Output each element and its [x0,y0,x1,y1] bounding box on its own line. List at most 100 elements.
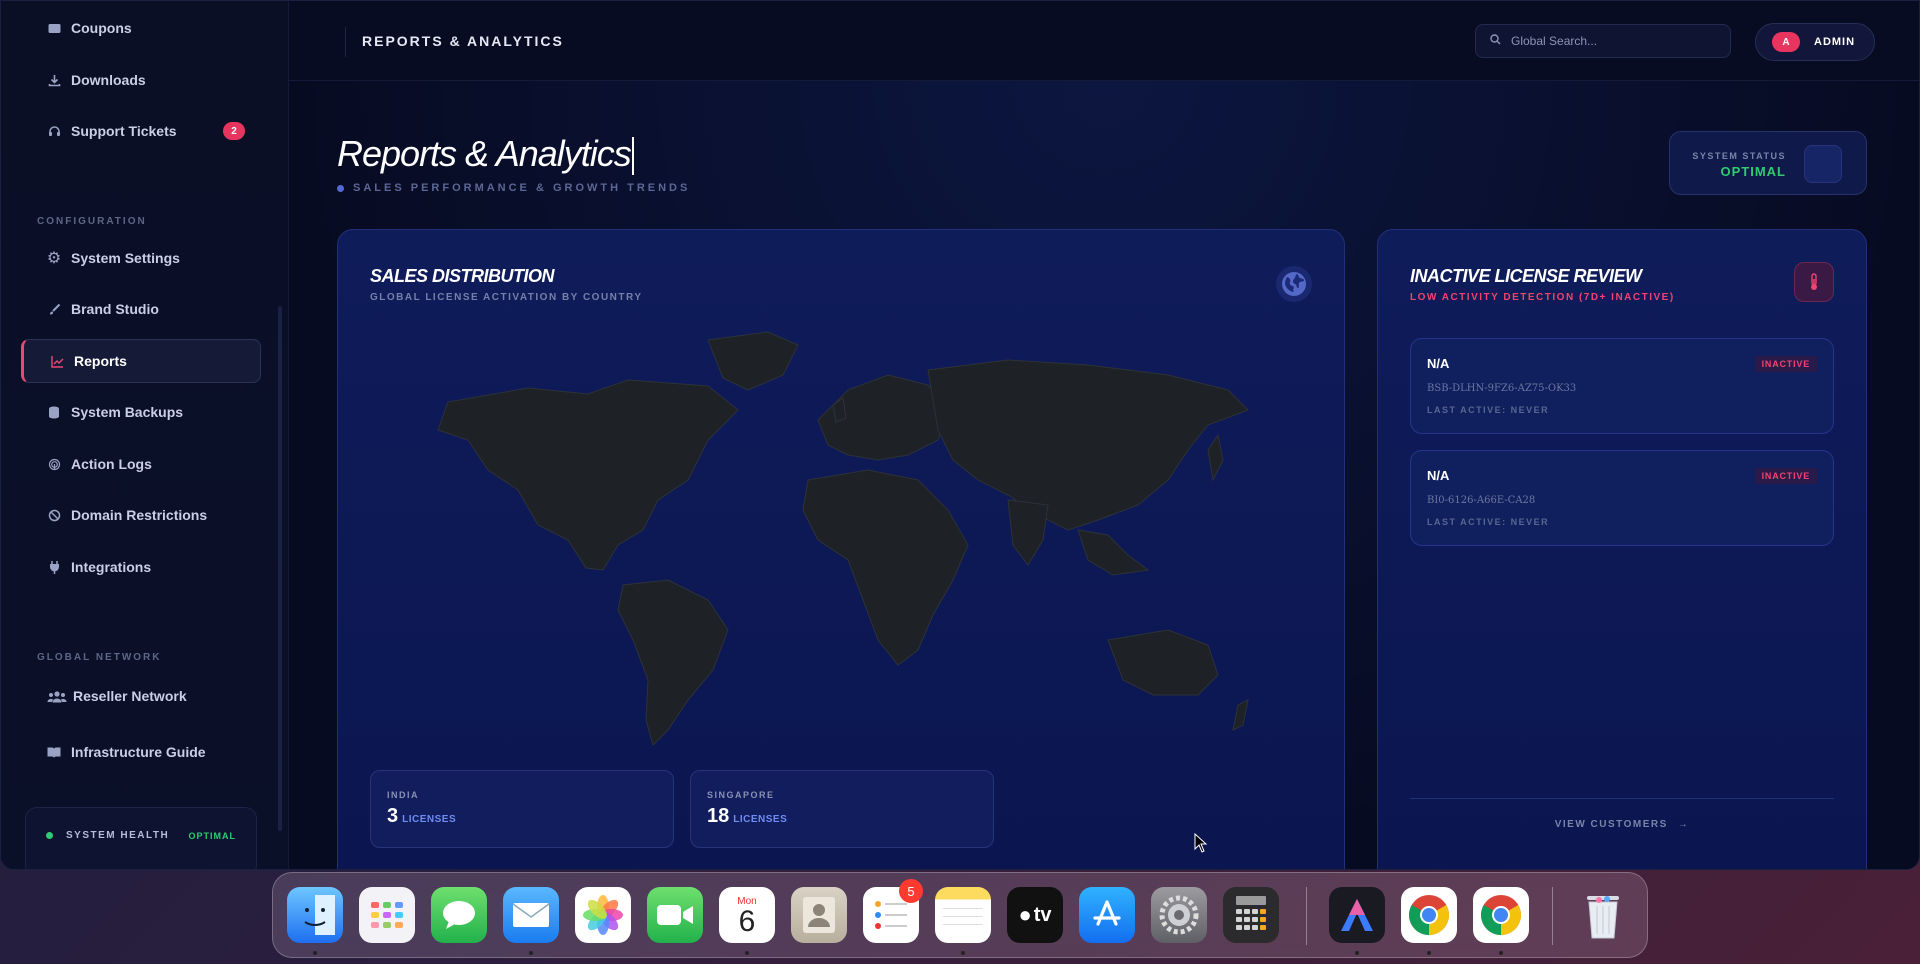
license-key: BSB-DLHN-9FZ6-AZ75-OK33 [1427,383,1577,394]
sidebar-scrollbar[interactable] [278,306,282,831]
header-title: REPORTS & ANALYTICS [362,33,564,49]
sidebar-item-label: Domain Restrictions [71,507,208,523]
global-search[interactable] [1475,24,1731,58]
inactive-license-item[interactable]: N/A INACTIVE BSB-DLHN-9FZ6-AZ75-OK33 LAS… [1410,338,1834,434]
license-count: 18 LICENSES [707,805,788,827]
main-content: Reports & Analytics SALES PERFORMANCE & … [289,81,1919,869]
affinity-icon[interactable] [1329,887,1385,943]
sidebar-item-label: System Settings [71,250,180,266]
license-key: BI0-6126-A66E-CA28 [1427,495,1536,506]
inactive-license-card: INACTIVE LICENSE REVIEW LOW ACTIVITY DET… [1377,229,1867,869]
sidebar-item-label: Brand Studio [71,301,159,317]
header-divider [345,27,346,57]
view-customers-link[interactable]: VIEW CUSTOMERS → [1410,798,1834,850]
app-store-icon[interactable] [1079,887,1135,943]
user-menu-button[interactable]: A ADMIN [1755,23,1875,61]
map-southeast-asia [1077,529,1150,576]
book-icon [47,745,61,759]
sidebar-item-downloads[interactable]: Downloads [21,58,261,102]
map-south-america [617,579,729,746]
chrome-icon[interactable] [1473,887,1529,943]
apple-tv-icon[interactable]: ● tv [1007,887,1063,943]
photos-icon[interactable] [575,887,631,943]
notes-icon[interactable] [935,887,991,943]
running-indicator [529,951,533,955]
ban-icon [47,508,61,522]
database-icon [47,405,61,419]
user-label: ADMIN [1814,36,1856,48]
health-status-dot [46,832,53,839]
last-active: LAST ACTIVE: NEVER [1427,405,1550,415]
world-map[interactable] [408,330,1268,750]
page-subtitle-text: SALES PERFORMANCE & GROWTH TRENDS [353,182,691,194]
calendar-icon[interactable]: Mon 6 [719,887,775,943]
sales-distribution-card: SALES DISTRIBUTION GLOBAL LICENSE ACTIVA… [337,229,1345,869]
sidebar-item-label: Action Logs [71,456,152,472]
finder-icon[interactable] [287,887,343,943]
tv-label: tv [1033,903,1052,926]
inactive-card-title: INACTIVE LICENSE REVIEW [1410,266,1642,286]
running-indicator [1355,951,1359,955]
system-status-value: OPTIMAL [1720,164,1786,179]
license-owner: N/A [1427,468,1450,483]
country-name: INDIA [387,790,419,800]
map-japan [1207,433,1224,482]
fingerprint-icon [47,457,61,471]
sidebar-item-label: System Backups [71,404,184,420]
messages-icon[interactable] [431,887,487,943]
sidebar-item-integrations[interactable]: Integrations [21,545,261,589]
sidebar-item-coupons[interactable]: Coupons [21,6,261,50]
sales-card-title: SALES DISTRIBUTION [370,266,555,286]
mail-icon[interactable] [503,887,559,943]
sidebar-item-system-settings[interactable]: ⚙ System Settings [21,236,261,280]
status-badge: INACTIVE [1754,356,1817,372]
calculator-icon[interactable] [1223,887,1279,943]
users-icon [47,689,67,703]
search-input[interactable] [1511,34,1711,48]
sidebar-item-system-backups[interactable]: System Backups [21,390,261,434]
running-indicator [1499,951,1503,955]
sidebar-item-action-logs[interactable]: Action Logs [21,442,261,486]
system-status-label: SYSTEM STATUS [1692,151,1786,161]
sidebar-item-brand-studio[interactable]: Brand Studio [21,287,261,331]
sidebar-item-reports[interactable]: Reports [21,339,261,383]
health-label: SYSTEM HEALTH [66,830,170,841]
country-stat-card[interactable]: SINGAPORE 18 LICENSES [690,770,994,848]
sidebar-item-label: Integrations [71,559,152,575]
sidebar-item-label: Infrastructure Guide [71,744,206,760]
sidebar-item-label: Downloads [71,72,146,88]
avatar: A [1772,32,1800,52]
reminders-badge: 5 [899,879,923,903]
status-badge: INACTIVE [1754,468,1817,484]
mouse-cursor-icon [1194,833,1208,853]
text-caret [631,137,634,176]
dock: Mon 6 5 ● tv [272,872,1648,958]
running-indicator [1427,951,1431,955]
inactive-card-subtitle: LOW ACTIVITY DETECTION (7D+ INACTIVE) [1410,292,1675,303]
map-asia [927,359,1249,531]
launchpad-icon[interactable] [359,887,415,943]
running-indicator [313,951,317,955]
health-value: OPTIMAL [188,831,236,841]
facetime-icon[interactable] [647,887,703,943]
headset-icon [47,124,61,138]
brush-icon [47,302,61,316]
inactive-license-item[interactable]: N/A INACTIVE BI0-6126-A66E-CA28 LAST ACT… [1410,450,1834,546]
map-india [1007,499,1049,566]
sidebar-item-infrastructure-guide[interactable]: Infrastructure Guide [21,730,261,774]
contacts-icon[interactable] [791,887,847,943]
chrome-icon[interactable] [1401,887,1457,943]
sidebar-item-reseller-network[interactable]: Reseller Network [21,674,261,718]
system-settings-icon[interactable] [1151,887,1207,943]
trash-icon[interactable] [1575,887,1631,943]
search-icon [1490,34,1501,48]
country-stat-card[interactable]: INDIA 3 LICENSES [370,770,674,848]
top-header: REPORTS & ANALYTICS A ADMIN [289,1,1919,81]
dock-separator [1552,887,1553,945]
sidebar-item-support-tickets[interactable]: Support Tickets 2 [21,109,261,153]
section-title-global-network: GLOBAL NETWORK [37,652,162,663]
arrow-right-icon: → [1677,819,1690,830]
sidebar-item-domain-restrictions[interactable]: Domain Restrictions [21,493,261,537]
notification-badge: 2 [223,122,245,140]
thermometer-icon [1794,262,1834,302]
